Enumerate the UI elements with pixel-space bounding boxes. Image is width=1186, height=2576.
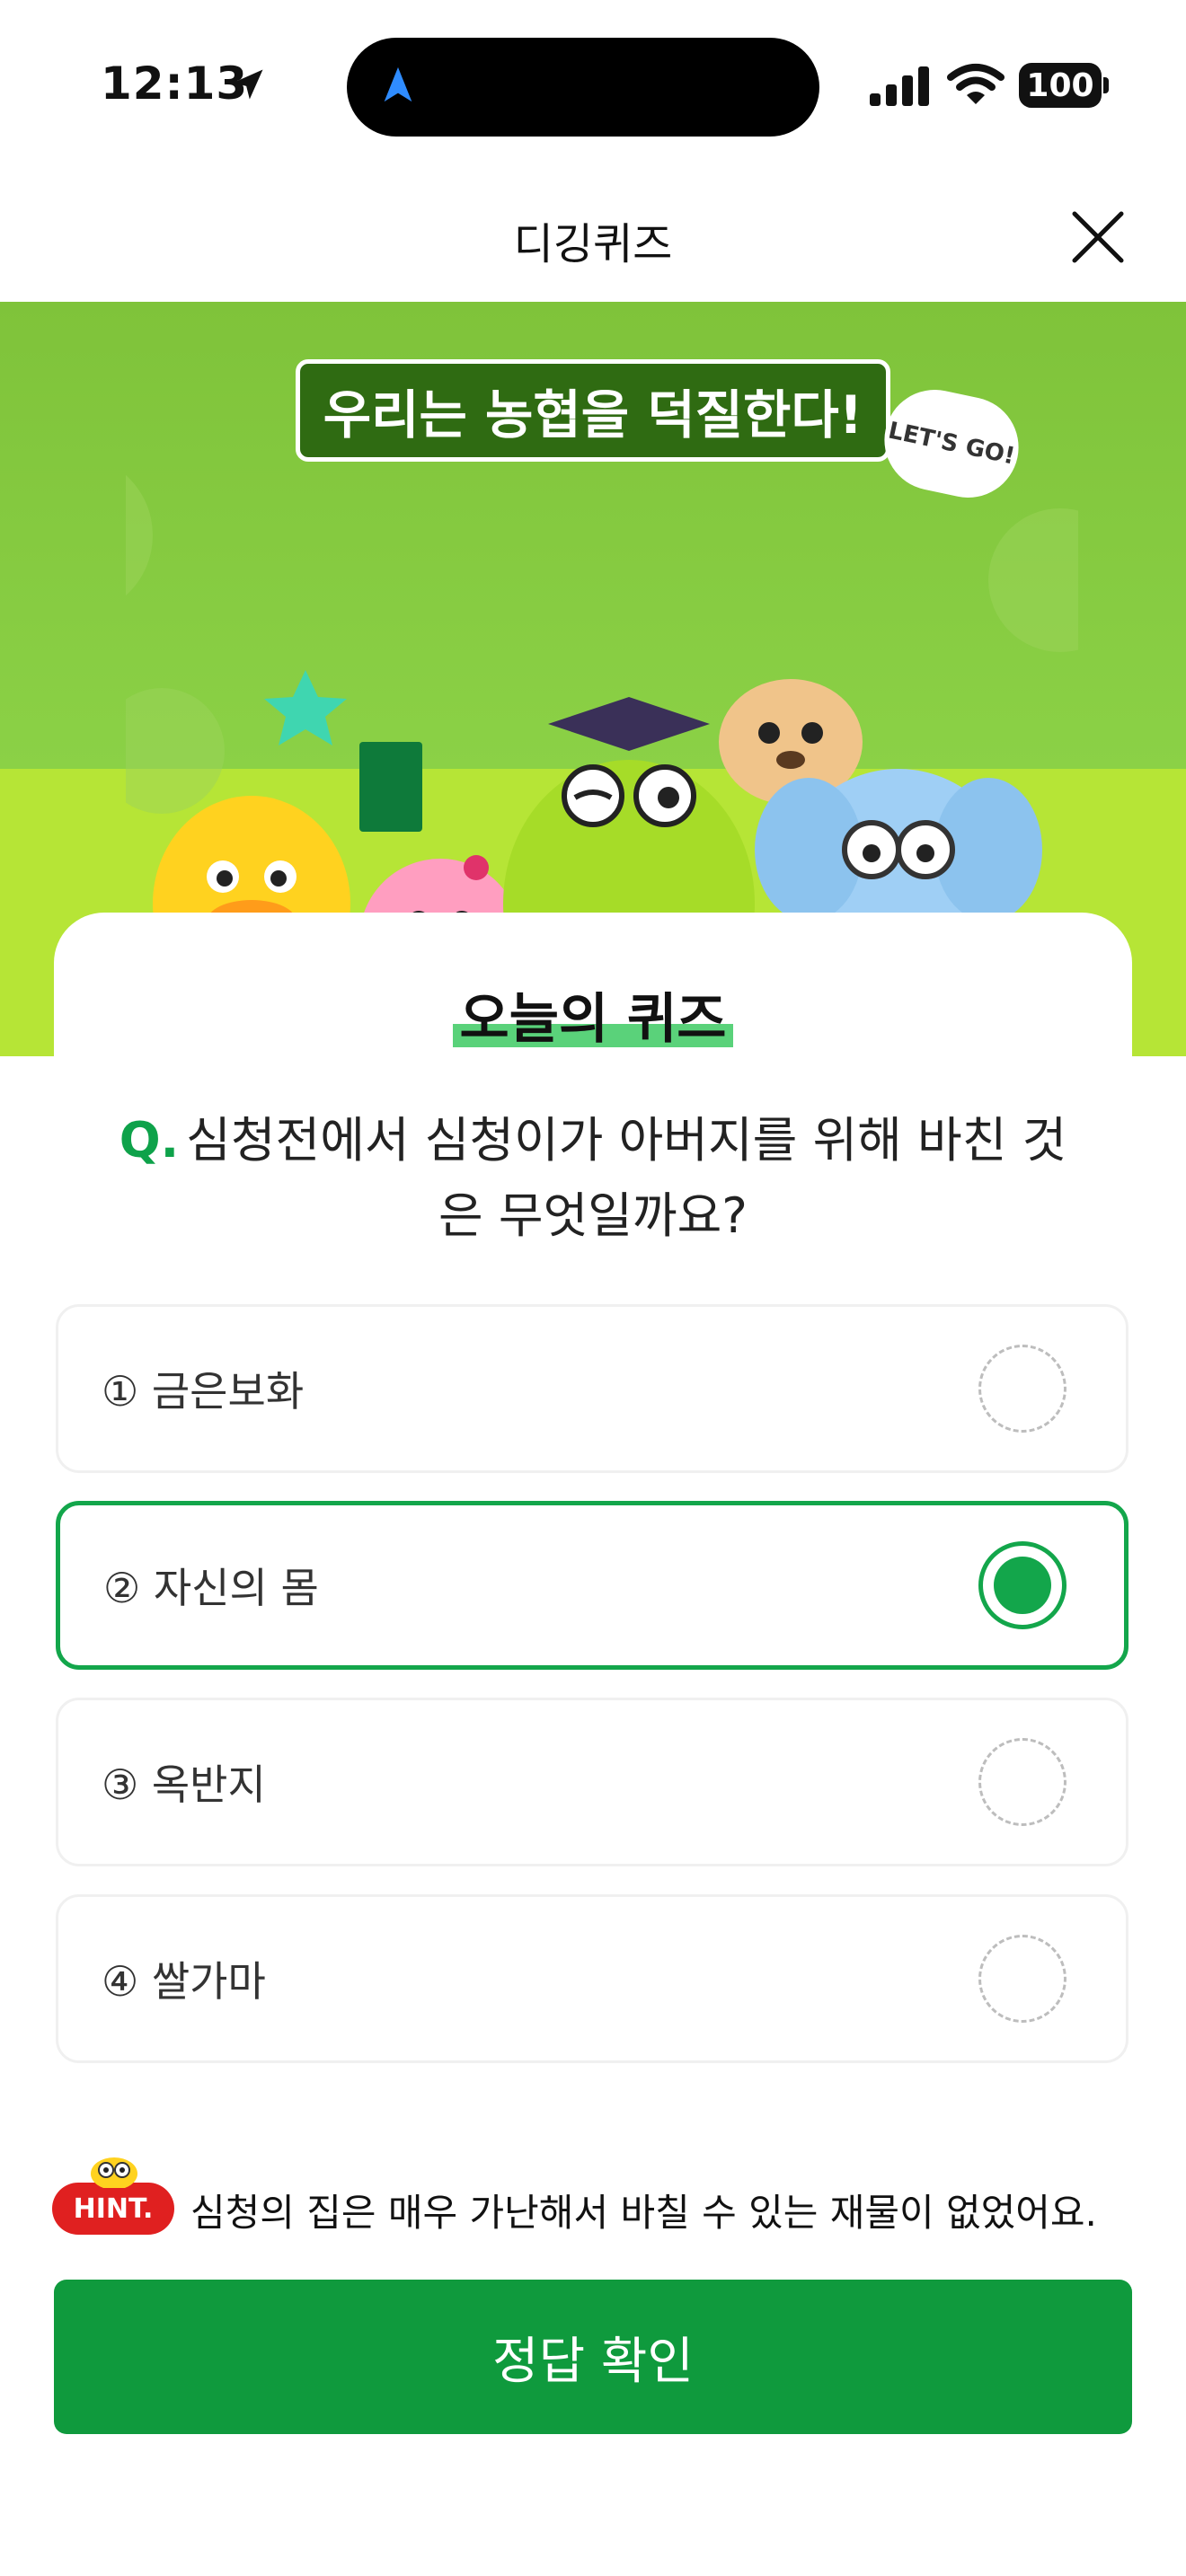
- signal-icon: [870, 66, 929, 106]
- hint-text: 심청의 집은 매우 가난해서 바칠 수 있는 재물이 없었어요.: [190, 2191, 1097, 2235]
- radio-button[interactable]: [978, 1738, 1067, 1826]
- radio-button[interactable]: [978, 1345, 1067, 1433]
- hint-mascot-icon: [91, 2157, 137, 2188]
- option-label: ③ 옥반지: [102, 1760, 266, 1809]
- nav-header: 디깅퀴즈: [0, 171, 1186, 302]
- quiz-label-text: 오늘의 퀴즈: [452, 975, 734, 1054]
- radio-dot: [994, 1557, 1051, 1614]
- question-text: 심청전에서 심청이가 아버지를 위해 바친 것은 무엇일까요?: [186, 1112, 1067, 1244]
- option-label: ④ 쌀가마: [102, 1957, 266, 2006]
- page-title: 디깅퀴즈: [513, 219, 673, 269]
- battery-icon: 100: [1019, 63, 1102, 108]
- close-icon[interactable]: [1062, 201, 1134, 273]
- location-arrow-icon: [233, 69, 263, 100]
- radio-button-selected[interactable]: [978, 1541, 1067, 1629]
- answer-option-3[interactable]: ③ 옥반지: [56, 1698, 1128, 1866]
- quiz-label: 오늘의 퀴즈: [0, 975, 1186, 1054]
- hint-row: HINT. 심청의 집은 매우 가난해서 바칠 수 있는 재물이 없었어요.: [52, 2156, 1148, 2242]
- option-label: ② 자신의 몸: [103, 1564, 319, 1612]
- question-prefix: Q.: [119, 1112, 180, 1169]
- answer-option-2[interactable]: ② 자신의 몸: [56, 1501, 1128, 1670]
- answer-option-1[interactable]: ① 금은보화: [56, 1304, 1128, 1473]
- status-time: 12:13: [101, 57, 249, 110]
- check-answer-button[interactable]: 정답 확인: [54, 2280, 1132, 2434]
- option-label: ① 금은보화: [102, 1367, 305, 1416]
- wifi-icon: [947, 64, 1005, 104]
- status-bar: 12:13 100: [0, 0, 1186, 171]
- battery-tip: [1103, 77, 1109, 93]
- quiz-question: Q. 심청전에서 심청이가 아버지를 위해 바친 것은 무엇일까요?: [108, 1103, 1078, 1254]
- hint-badge: HINT.: [52, 2183, 174, 2235]
- answer-option-4[interactable]: ④ 쌀가마: [56, 1894, 1128, 2063]
- navigation-arrow-icon: [384, 66, 412, 102]
- banner-headline-text: 우리는 농협을 덕질한다!: [295, 359, 891, 462]
- radio-button[interactable]: [978, 1935, 1067, 2023]
